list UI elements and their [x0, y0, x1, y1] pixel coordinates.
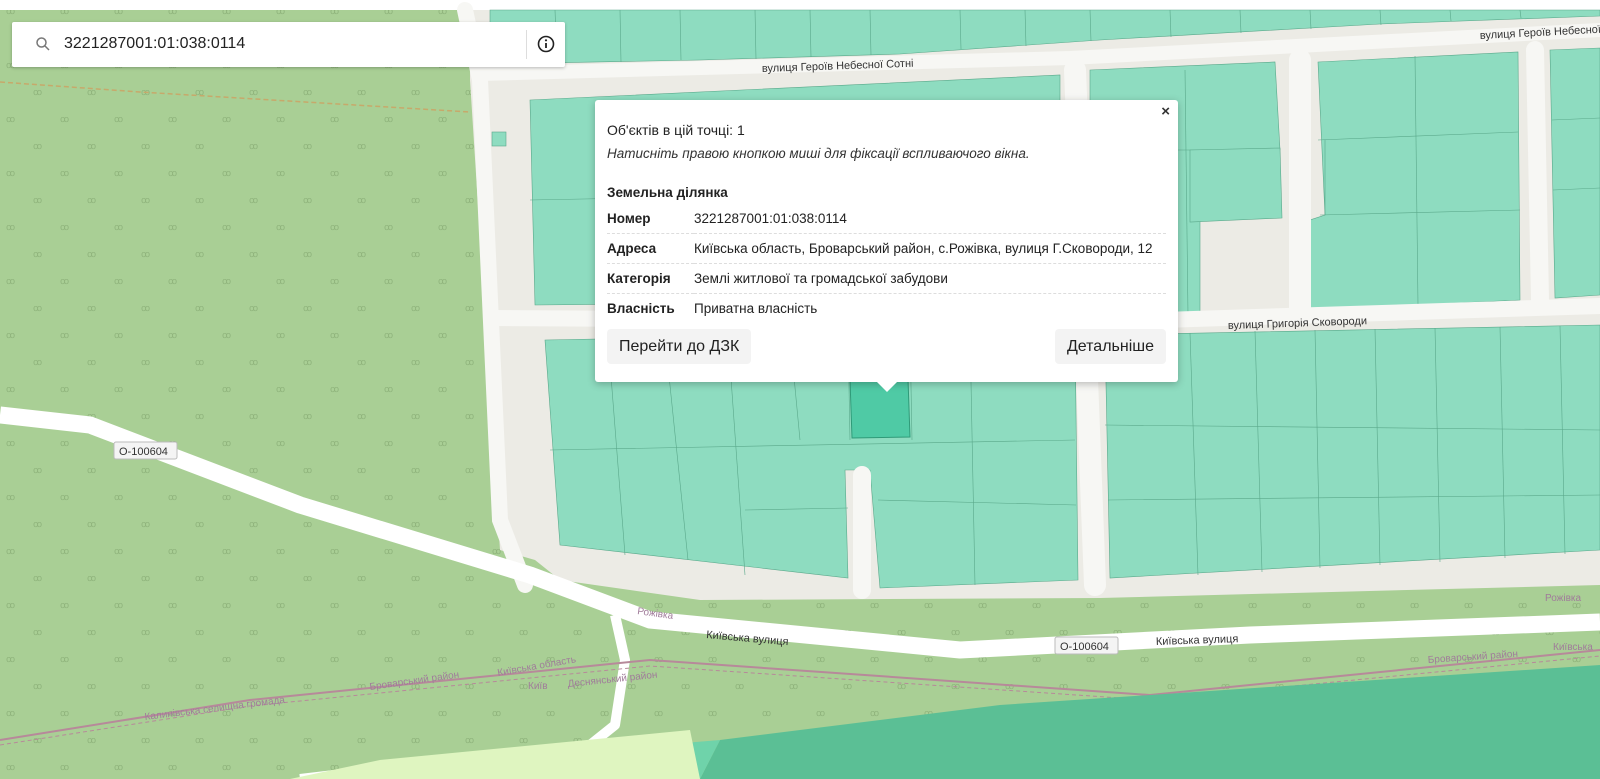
popup-pointer — [876, 381, 898, 392]
objects-count: Об'єктів в цій точці: 1 — [607, 122, 745, 138]
attr-value: 3221287001:01:038:0114 — [694, 204, 1166, 234]
label-kyiv: Київ — [528, 681, 548, 692]
search-divider — [526, 30, 527, 59]
table-row: Адреса Київська область, Броварський рай… — [607, 233, 1166, 264]
road-code-2: О-100604 — [1060, 641, 1109, 653]
go-to-dzk-button[interactable]: Перейти до ДЗК — [607, 329, 752, 364]
details-button[interactable]: Детальніше — [1054, 329, 1166, 364]
table-row: Власність Приватна власність — [607, 294, 1166, 324]
attr-value: Київська область, Броварський район, с.Р… — [694, 233, 1166, 264]
search-icon — [36, 37, 50, 51]
table-row: Номер 3221287001:01:038:0114 — [607, 204, 1166, 234]
popup-hint: Натисніть правою кнопкою миші для фіксац… — [607, 146, 1030, 161]
info-icon[interactable] — [536, 34, 556, 54]
road-code-shield-2: О-100604 — [1054, 636, 1119, 655]
search-bar — [12, 22, 565, 67]
map-top-edge — [0, 0, 1600, 10]
parcel-attributes-table: Номер 3221287001:01:038:0114 Адреса Київ… — [607, 204, 1166, 323]
attr-key: Номер — [607, 204, 694, 234]
label-kyiv-oblast-2: Київська — [1553, 642, 1593, 653]
road-code-1: О-100604 — [119, 446, 168, 458]
road-code-shield-1: О-100604 — [113, 441, 178, 460]
attr-value: Землі житлової та громадської забудови — [694, 263, 1166, 294]
attr-key: Категорія — [607, 263, 694, 294]
attr-value: Приватна власність — [694, 301, 818, 316]
section-title: Земельна ділянка — [607, 185, 728, 200]
attr-key: Власність — [607, 301, 675, 316]
attr-key: Адреса — [607, 233, 694, 264]
close-icon[interactable]: × — [1161, 104, 1170, 120]
search-input[interactable] — [64, 32, 514, 56]
table-row: Категорія Землі житлової та громадської … — [607, 263, 1166, 294]
parcel-info-popup: × Об'єктів в цій точці: 1 Натисніть прав… — [595, 100, 1178, 392]
label-rozhivka-2: Рожівка — [1545, 593, 1581, 604]
